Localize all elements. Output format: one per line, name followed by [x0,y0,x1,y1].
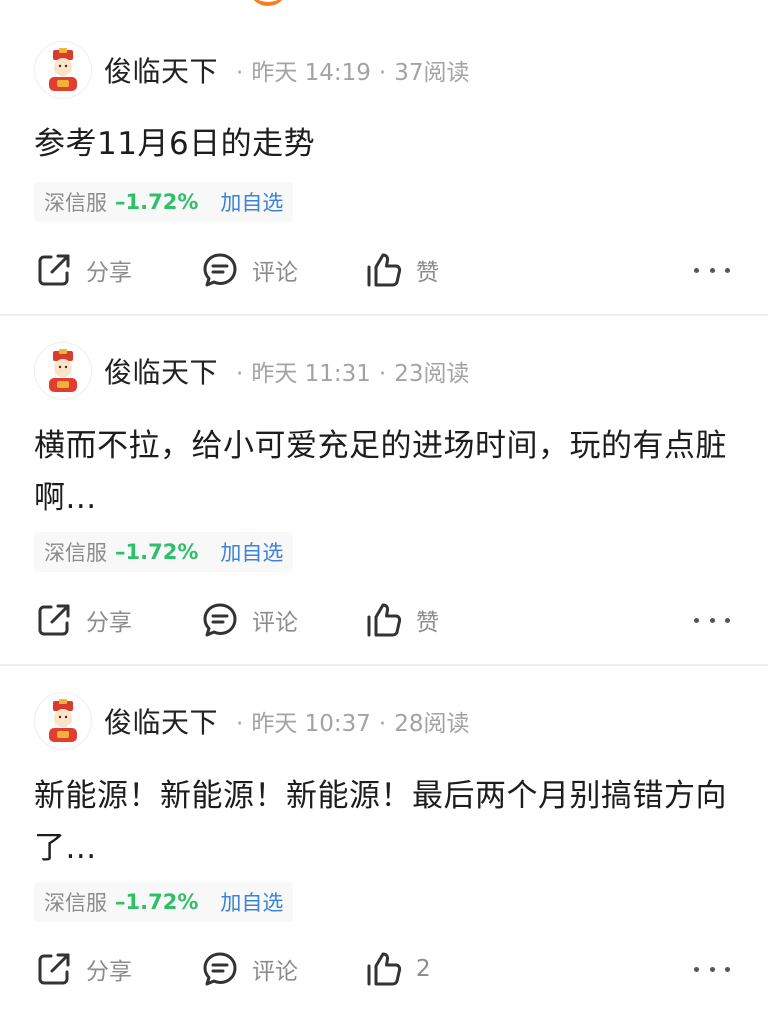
more-icon[interactable] [694,598,730,642]
post-time: 昨天 11:31 [251,361,371,387]
comment-icon [200,250,240,290]
author-row: 俊临天下 · 昨天 14:19 · 37阅读 [34,40,470,100]
comment-label: 评论 [252,959,298,985]
stock-tag: 深信服 –1.72% 加自选 [34,882,294,922]
comment-button[interactable]: 评论 [200,947,298,991]
stock-name[interactable]: 深信服 [44,537,107,567]
share-icon [34,250,74,290]
post-card[interactable]: 俊临天下 · 昨天 10:37 · 28阅读 新能源！新能源！新能源！最后两个月别搞错… [0,666,768,1024]
post-card[interactable]: 俊临天下 · 昨天 14:19 · 37阅读 参考11月6日的走势 深信服 –1.72… [0,0,768,316]
stock-name[interactable]: 深信服 [44,187,107,217]
add-watchlist-button[interactable]: 加自选 [220,537,283,567]
share-button[interactable]: 分享 [34,947,132,991]
post-actions: 分享 评论 赞 [34,248,734,292]
more-icon[interactable] [694,947,730,991]
like-count: 2 [416,956,431,982]
avatar-icon[interactable] [34,41,92,99]
post-card[interactable]: 俊临天下 · 昨天 11:31 · 23阅读 横而不拉，给小可爱充足的进场时间，玩的有… [0,316,768,666]
author-name[interactable]: 俊临天下 [104,50,218,90]
comment-button[interactable]: 评论 [200,598,298,642]
share-button[interactable]: 分享 [34,248,132,292]
share-icon [34,949,74,989]
comment-icon [200,949,240,989]
share-label: 分享 [86,260,132,286]
post-time: 昨天 14:19 [251,60,371,86]
post-actions: 分享 评论 赞 [34,598,734,642]
post-content[interactable]: 新能源！新能源！新能源！最后两个月别搞错方向了... [34,770,734,874]
author-row: 俊临天下 · 昨天 11:31 · 23阅读 [34,341,470,401]
comment-label: 评论 [252,610,298,636]
post-meta: · 昨天 10:37 · 28阅读 [236,711,470,737]
author-row: 俊临天下 · 昨天 10:37 · 28阅读 [34,691,470,751]
avatar-icon[interactable] [34,692,92,750]
add-watchlist-button[interactable]: 加自选 [220,887,283,917]
stock-name[interactable]: 深信服 [44,887,107,917]
share-label: 分享 [86,959,132,985]
like-icon [364,949,404,989]
author-name[interactable]: 俊临天下 [104,351,218,391]
post-feed: 俊临天下 · 昨天 14:19 · 37阅读 参考11月6日的走势 深信服 –1.72… [0,0,768,1024]
like-label: 赞 [416,260,439,286]
stock-change: –1.72% [115,540,199,564]
comment-label: 评论 [252,260,298,286]
like-icon [364,250,404,290]
post-content[interactable]: 参考11月6日的走势 [34,118,734,170]
avatar-icon[interactable] [34,342,92,400]
like-icon [364,600,404,640]
add-watchlist-button[interactable]: 加自选 [220,187,283,217]
like-button[interactable]: 2 [364,947,431,991]
like-label: 赞 [416,610,439,636]
read-count: 28阅读 [394,711,470,737]
stock-tag: 深信服 –1.72% 加自选 [34,182,294,222]
read-count: 37阅读 [394,60,470,86]
post-meta: · 昨天 14:19 · 37阅读 [236,60,470,86]
post-actions: 分享 评论 2 [34,947,734,991]
like-button[interactable]: 赞 [364,248,439,292]
stock-change: –1.72% [115,190,199,214]
read-count: 23阅读 [394,361,470,387]
share-button[interactable]: 分享 [34,598,132,642]
stock-change: –1.72% [115,890,199,914]
post-meta: · 昨天 11:31 · 23阅读 [236,361,470,387]
comment-button[interactable]: 评论 [200,248,298,292]
stock-tag: 深信服 –1.72% 加自选 [34,532,294,572]
more-icon[interactable] [694,248,730,292]
post-time: 昨天 10:37 [251,711,371,737]
post-content[interactable]: 横而不拉，给小可爱充足的进场时间，玩的有点脏啊... [34,420,734,524]
like-button[interactable]: 赞 [364,598,439,642]
author-name[interactable]: 俊临天下 [104,701,218,741]
comment-icon [200,600,240,640]
share-icon [34,600,74,640]
share-label: 分享 [86,610,132,636]
